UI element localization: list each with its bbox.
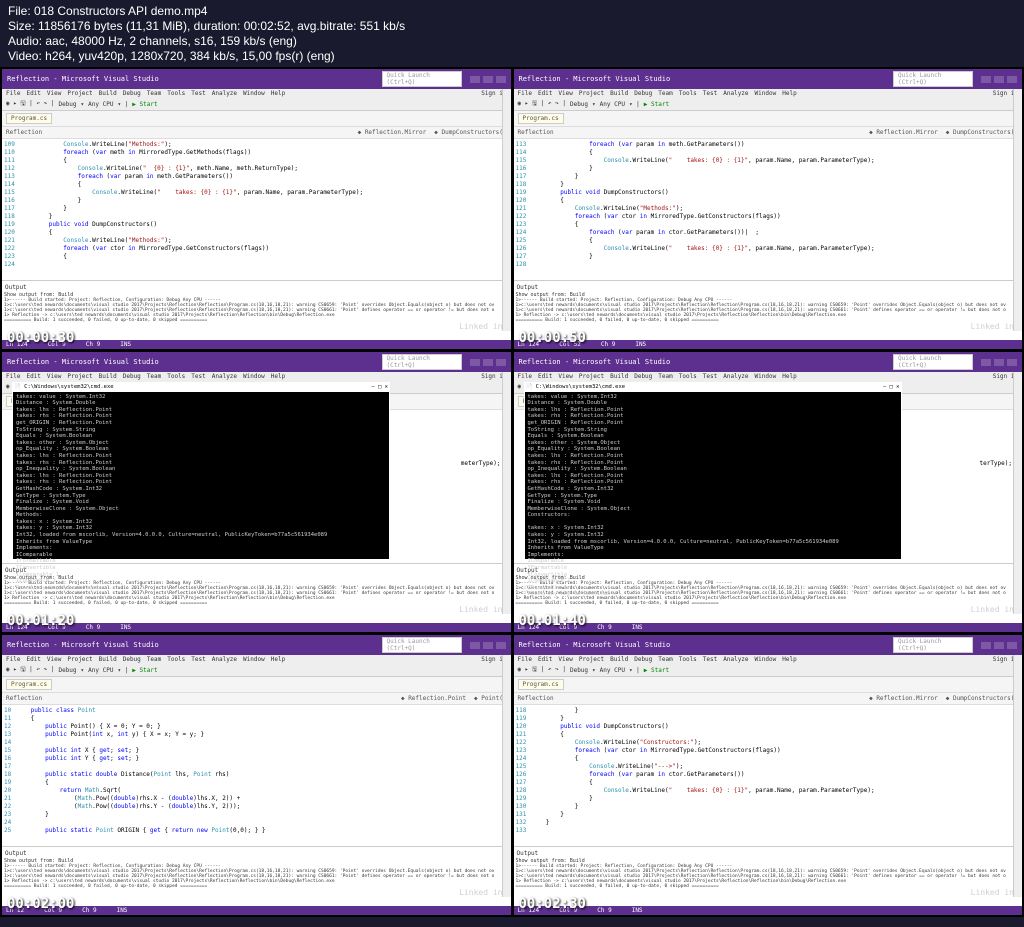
menu-bar[interactable]: FileEditViewProjectBuildDebugTeamToolsTe… xyxy=(2,89,511,98)
timestamp-6: 00:02:30 xyxy=(519,896,586,912)
side-pane[interactable] xyxy=(502,89,511,331)
timestamp-4: 00:01:40 xyxy=(519,613,586,629)
size-line: Size: 11856176 bytes (11,31 MiB), durati… xyxy=(8,19,1016,33)
frame-4: Reflection - Microsoft Visual StudioQuic… xyxy=(514,352,1023,632)
frame-3: Reflection - Microsoft Visual StudioQuic… xyxy=(2,352,511,632)
video-line: Video: h264, yuv420p, 1280x720, 384 kb/s… xyxy=(8,49,1016,63)
quick-launch[interactable]: Quick Launch (Ctrl+Q) xyxy=(382,71,462,87)
watermark: Linked in xyxy=(459,322,502,331)
console-window-2[interactable]: 📄 C:\Windows\system32\cmd.exe— □ ✕ takes… xyxy=(524,382,902,560)
console-window[interactable]: 📄 C:\Windows\system32\cmd.exe— □ ✕ takes… xyxy=(12,382,390,560)
frame-2: Reflection - Microsoft Visual StudioQuic… xyxy=(514,69,1023,349)
vs-titlebar: Reflection - Microsoft Visual Studio Qui… xyxy=(2,69,511,89)
frame-5: Reflection - Microsoft Visual StudioQuic… xyxy=(2,635,511,915)
frame-6: Reflection - Microsoft Visual StudioQuic… xyxy=(514,635,1023,915)
status-bar: Ln 124Col 9Ch 9INS xyxy=(2,340,511,349)
timestamp-3: 00:01:20 xyxy=(7,613,74,629)
output-panel: Output Show output from: Build 1>------ … xyxy=(2,280,511,340)
file-line: File: 018 Constructors API demo.mp4 xyxy=(8,4,1016,18)
nav-bar[interactable]: Reflection◆ Reflection.Mirror◆ DumpConst… xyxy=(2,127,511,139)
tab-program[interactable]: Program.cs xyxy=(6,113,52,124)
editor-tabs[interactable]: Program.cs xyxy=(2,111,511,127)
window-title: Reflection - Microsoft Visual Studio xyxy=(7,75,159,83)
media-info-header: File: 018 Constructors API demo.mp4 Size… xyxy=(0,0,1024,67)
frame-1: Reflection - Microsoft Visual Studio Qui… xyxy=(2,69,511,349)
audio-line: Audio: aac, 48000 Hz, 2 channels, s16, 1… xyxy=(8,34,1016,48)
line-gutter: 1091101111121131141151161171181191201211… xyxy=(4,141,20,278)
timestamp-2: 00:00:50 xyxy=(519,330,586,346)
timestamp-5: 00:02:00 xyxy=(7,896,74,912)
timestamp-1: 00:00:30 xyxy=(7,330,74,346)
thumbnail-grid: Reflection - Microsoft Visual Studio Qui… xyxy=(0,67,1024,917)
toolbar[interactable]: ◉ ▸ 🖫 | ↶ ↷ |Debug▾Any CPU▾ |▶ Start xyxy=(2,98,511,111)
code-editor[interactable]: 1091101111121131141151161171181191201211… xyxy=(2,139,511,280)
window-controls[interactable] xyxy=(470,76,506,83)
